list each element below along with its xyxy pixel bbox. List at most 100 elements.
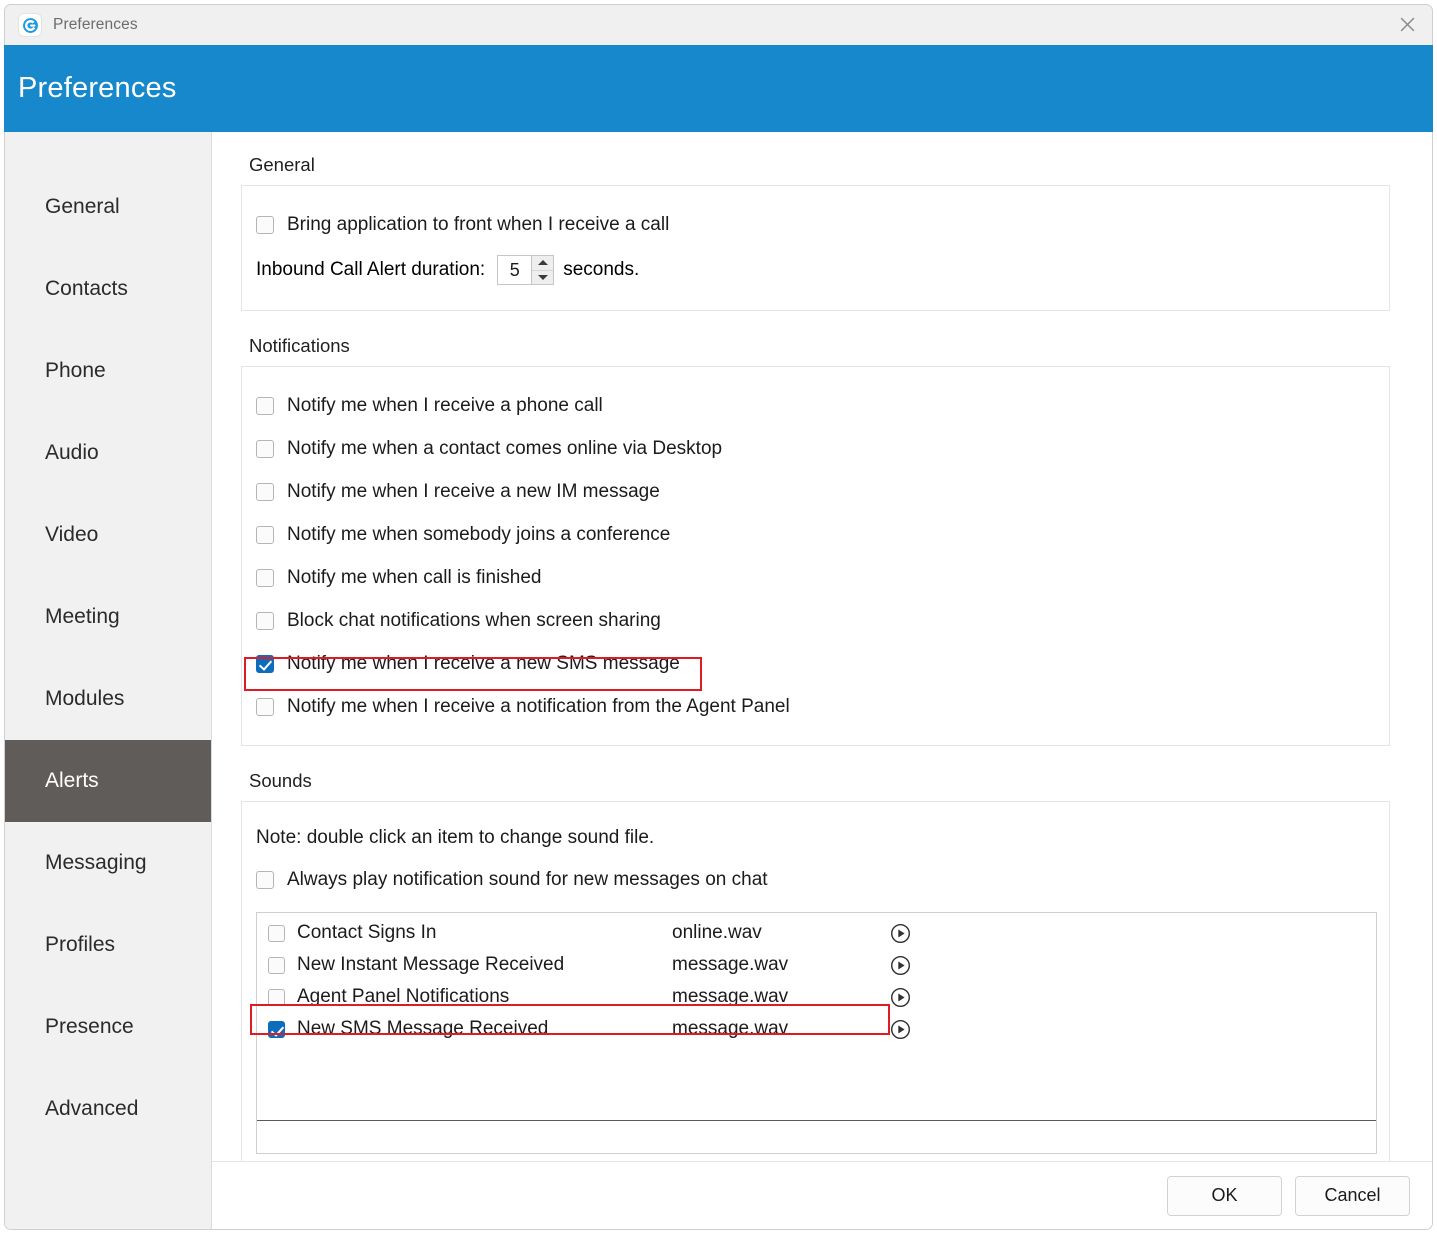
- sound-enabled-checkbox[interactable]: [268, 956, 285, 974]
- sidebar-item-messaging[interactable]: Messaging: [5, 822, 211, 904]
- notification-label: Notify me when a contact comes online vi…: [287, 437, 723, 459]
- bring-to-front-checkbox[interactable]: [256, 216, 274, 234]
- list-item[interactable]: New Instant Message Received message.wav: [257, 949, 1376, 981]
- inbound-alert-duration-label: Inbound Call Alert duration:: [256, 259, 486, 280]
- always-play-sound-checkbox[interactable]: [256, 870, 274, 889]
- sidebar-item-video[interactable]: Video: [5, 494, 211, 576]
- sounds-group: Note: double click an item to change sou…: [241, 801, 1390, 1167]
- notify-contact-online-checkbox[interactable]: [256, 439, 274, 458]
- sidebar: General Contacts Phone Audio Video Meeti…: [5, 132, 212, 1229]
- sidebar-item-label: Meeting: [45, 605, 120, 628]
- sidebar-item-general[interactable]: General: [5, 166, 211, 248]
- sidebar-item-modules[interactable]: Modules: [5, 658, 211, 740]
- general-section-label: General: [249, 154, 315, 175]
- play-circle-icon[interactable]: [890, 987, 911, 1008]
- stepper-buttons: [531, 256, 554, 285]
- inbound-alert-duration-value[interactable]: 5: [498, 256, 531, 284]
- notification-label: Notify me when I receive a new SMS messa…: [287, 652, 680, 674]
- ok-button[interactable]: OK: [1167, 1175, 1282, 1216]
- sidebar-item-label: Presence: [45, 1015, 134, 1038]
- sidebar-item-label: Alerts: [45, 769, 99, 792]
- sidebar-item-label: Phone: [45, 359, 106, 382]
- sidebar-item-label: Advanced: [45, 1097, 139, 1120]
- notification-row[interactable]: Notify me when I receive a new SMS messa…: [242, 642, 1389, 685]
- notify-phone-call-checkbox[interactable]: [256, 396, 274, 415]
- general-group: Bring application to front when I receiv…: [241, 185, 1390, 311]
- notifications-group: Notify me when I receive a phone call No…: [241, 366, 1390, 746]
- sidebar-item-profiles[interactable]: Profiles: [5, 904, 211, 986]
- sidebar-item-alerts[interactable]: Alerts: [5, 740, 211, 822]
- play-circle-icon[interactable]: [890, 955, 911, 976]
- inbound-alert-duration-stepper[interactable]: 5: [497, 255, 555, 285]
- notification-row[interactable]: Notify me when call is finished: [242, 556, 1389, 599]
- alerts-panel: General Bring application to front when …: [212, 132, 1432, 1229]
- sidebar-item-advanced[interactable]: Advanced: [5, 1068, 211, 1150]
- list-item[interactable]: Contact Signs In online.wav: [257, 917, 1376, 949]
- always-play-row[interactable]: Always play notification sound for new m…: [242, 858, 1389, 901]
- notify-new-im-checkbox[interactable]: [256, 482, 274, 501]
- list-item[interactable]: Agent Panel Notifications message.wav: [257, 981, 1376, 1013]
- app-logo-icon: [19, 14, 41, 36]
- notify-call-finished-checkbox[interactable]: [256, 568, 274, 587]
- title-bar: Preferences: [4, 4, 1433, 45]
- sidebar-item-label: Contacts: [45, 277, 128, 300]
- sound-event-name: New Instant Message Received: [297, 954, 565, 975]
- page-title: Preferences: [18, 72, 177, 104]
- close-icon[interactable]: [1382, 5, 1432, 44]
- sidebar-item-audio[interactable]: Audio: [5, 412, 211, 494]
- sidebar-item-contacts[interactable]: Contacts: [5, 248, 211, 330]
- notification-row[interactable]: Notify me when a contact comes online vi…: [242, 427, 1389, 470]
- sidebar-item-label: Messaging: [45, 851, 147, 874]
- notification-label: Notify me when I receive a new IM messag…: [287, 480, 660, 502]
- block-chat-screenshare-checkbox[interactable]: [256, 611, 274, 630]
- play-circle-icon[interactable]: [890, 1019, 911, 1040]
- notification-label: Notify me when I receive a phone call: [287, 394, 603, 416]
- sound-event-name: Agent Panel Notifications: [297, 986, 510, 1007]
- sound-file-name: message.wav: [672, 1018, 789, 1039]
- notify-agent-panel-checkbox[interactable]: [256, 697, 274, 716]
- bring-to-front-label: Bring application to front when I receiv…: [287, 214, 670, 235]
- sidebar-item-meeting[interactable]: Meeting: [5, 576, 211, 658]
- sound-event-name: New SMS Message Received: [297, 1018, 549, 1039]
- notify-conference-join-checkbox[interactable]: [256, 525, 274, 544]
- sidebar-item-label: General: [45, 195, 120, 218]
- always-play-label: Always play notification sound for new m…: [287, 868, 768, 890]
- notification-row[interactable]: Notify me when I receive a phone call: [242, 384, 1389, 427]
- notification-row[interactable]: Notify me when I receive a notification …: [242, 685, 1389, 728]
- sound-file-name: online.wav: [672, 922, 762, 943]
- sidebar-item-label: Video: [45, 523, 99, 546]
- sidebar-item-presence[interactable]: Presence: [5, 986, 211, 1068]
- dialog-footer: OK Cancel: [212, 1161, 1432, 1229]
- list-item[interactable]: New SMS Message Received message.wav: [257, 1013, 1376, 1045]
- sidebar-item-phone[interactable]: Phone: [5, 330, 211, 412]
- sounds-section-label: Sounds: [249, 770, 312, 791]
- bring-to-front-row[interactable]: Bring application to front when I receiv…: [242, 203, 1389, 247]
- play-circle-icon[interactable]: [890, 923, 911, 944]
- preferences-window: Preferences Preferences General Contacts…: [0, 0, 1437, 1234]
- list-bottom-rule: [257, 1120, 1376, 1121]
- dialog-body: General Contacts Phone Audio Video Meeti…: [4, 132, 1433, 1230]
- notification-row[interactable]: Notify me when somebody joins a conferen…: [242, 513, 1389, 556]
- page-header: Preferences: [4, 45, 1433, 132]
- sidebar-item-label: Modules: [45, 687, 125, 710]
- cancel-button[interactable]: Cancel: [1295, 1175, 1410, 1216]
- notification-row[interactable]: Notify me when I receive a new IM messag…: [242, 470, 1389, 513]
- notifications-section-label: Notifications: [249, 335, 350, 356]
- sound-file-list[interactable]: Contact Signs In online.wav New Instant …: [256, 912, 1377, 1154]
- sounds-note: Note: double click an item to change sou…: [256, 827, 655, 848]
- notify-new-sms-checkbox[interactable]: [256, 654, 274, 673]
- sidebar-item-label: Audio: [45, 441, 99, 464]
- inbound-alert-duration-row: Inbound Call Alert duration: 5 seconds.: [242, 247, 1389, 293]
- notification-row[interactable]: Block chat notifications when screen sha…: [242, 599, 1389, 642]
- stepper-down-icon[interactable]: [532, 271, 553, 285]
- stepper-up-icon[interactable]: [532, 256, 554, 271]
- sidebar-item-label: Profiles: [45, 933, 116, 956]
- inbound-alert-duration-suffix: seconds.: [563, 259, 640, 280]
- title-bar-label: Preferences: [53, 16, 138, 33]
- sound-enabled-checkbox[interactable]: [268, 924, 285, 942]
- sound-enabled-checkbox[interactable]: [268, 1020, 285, 1038]
- sound-file-name: message.wav: [672, 986, 789, 1007]
- sound-enabled-checkbox[interactable]: [268, 988, 285, 1006]
- notification-label: Notify me when call is finished: [287, 566, 542, 588]
- notification-label: Notify me when somebody joins a conferen…: [287, 523, 671, 545]
